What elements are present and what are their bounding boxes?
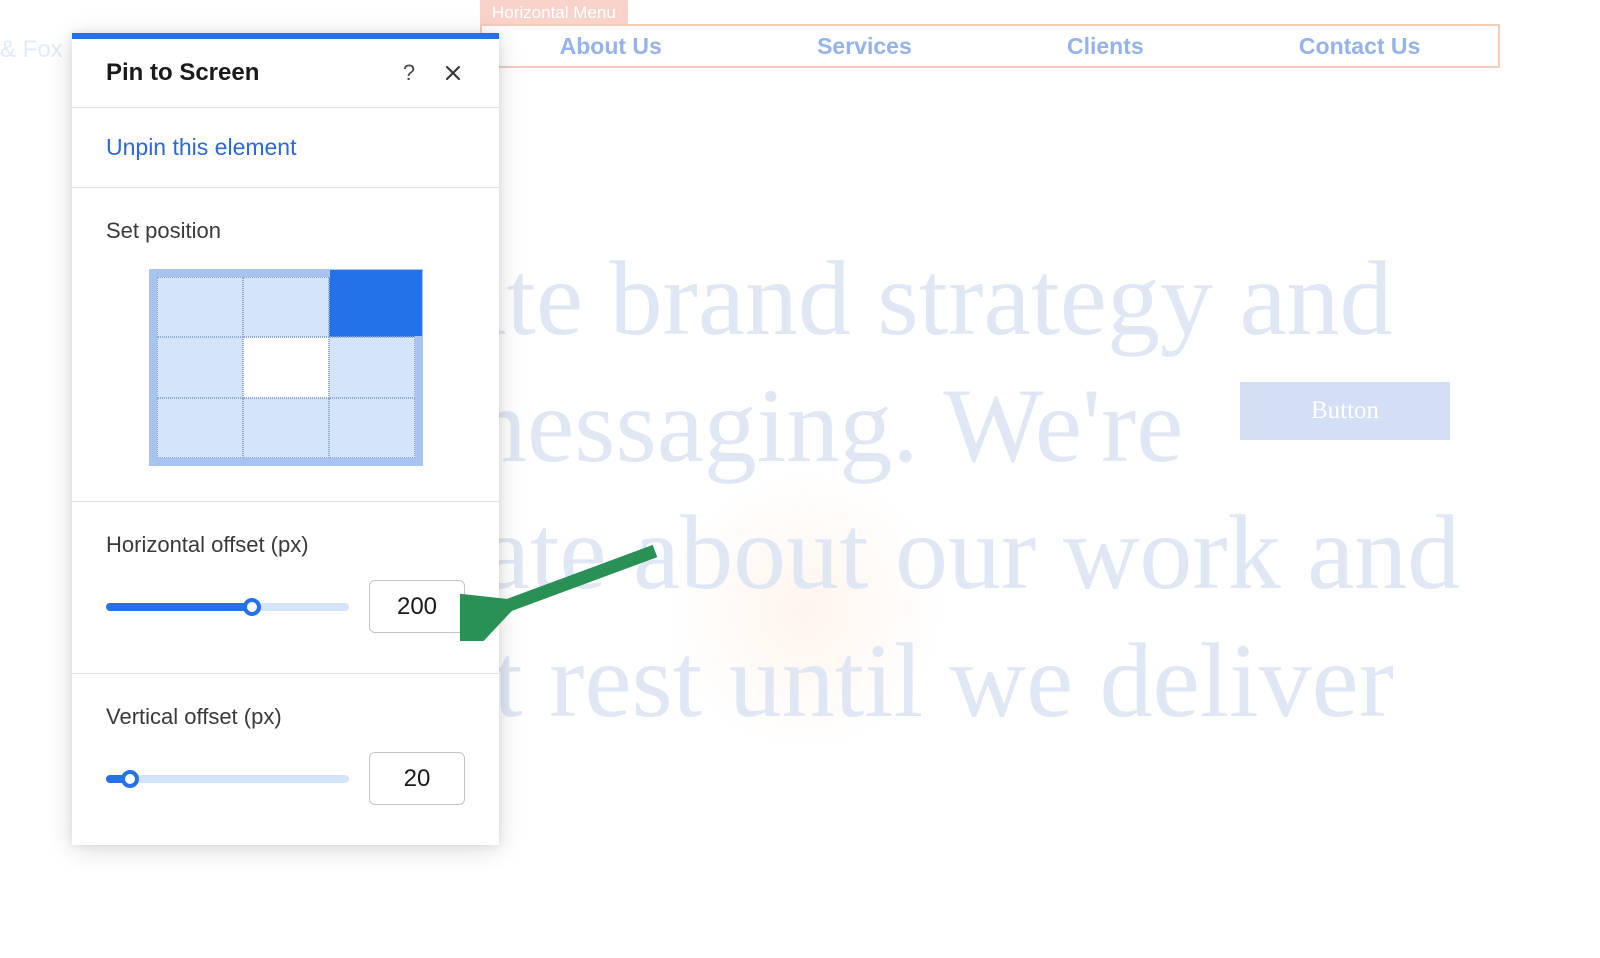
- set-position-label: Set position: [106, 218, 465, 244]
- anchor-middle-left[interactable]: [157, 337, 243, 397]
- anchor-bottom-left[interactable]: [157, 398, 243, 458]
- vertical-slider-thumb[interactable]: [121, 770, 139, 788]
- element-type-badge: Horizontal Menu: [480, 0, 628, 26]
- unpin-link[interactable]: Unpin this element: [106, 134, 297, 160]
- horizontal-menu[interactable]: About Us Services Clients Contact Us: [480, 24, 1500, 68]
- nav-item-services[interactable]: Services: [817, 33, 912, 60]
- unpin-section: Unpin this element: [72, 108, 499, 188]
- vertical-offset-input[interactable]: [369, 752, 465, 805]
- anchor-center[interactable]: [243, 337, 329, 397]
- horizontal-offset-input[interactable]: [369, 580, 465, 633]
- pin-to-screen-panel: Pin to Screen ? Unpin this element Set p…: [72, 33, 499, 845]
- panel-title: Pin to Screen: [106, 59, 393, 87]
- vertical-offset-section: Vertical offset (px): [72, 674, 499, 845]
- horizontal-slider-thumb[interactable]: [243, 598, 261, 616]
- anchor-top-left[interactable]: [157, 277, 243, 337]
- position-anchor-grid: [149, 269, 423, 466]
- anchor-middle-right[interactable]: [329, 337, 415, 397]
- nav-item-contact[interactable]: Contact Us: [1299, 33, 1420, 60]
- anchor-top-center[interactable]: [243, 277, 329, 337]
- vertical-offset-slider[interactable]: [106, 775, 349, 783]
- anchor-top-right[interactable]: [329, 277, 415, 337]
- horizontal-offset-section: Horizontal offset (px): [72, 502, 499, 674]
- nav-item-about[interactable]: About Us: [560, 33, 662, 60]
- anchor-bottom-center[interactable]: [243, 398, 329, 458]
- set-position-section: Set position: [72, 188, 499, 502]
- horizontal-offset-label: Horizontal offset (px): [106, 532, 465, 558]
- anchor-bottom-right[interactable]: [329, 398, 415, 458]
- pinned-button-element[interactable]: Button: [1240, 382, 1450, 440]
- help-icon[interactable]: ?: [393, 57, 425, 89]
- panel-header: Pin to Screen ?: [72, 39, 499, 108]
- close-icon[interactable]: [437, 57, 469, 89]
- site-logo-fragment: & Fox: [0, 36, 63, 64]
- nav-item-clients[interactable]: Clients: [1067, 33, 1144, 60]
- vertical-offset-label: Vertical offset (px): [106, 704, 465, 730]
- horizontal-offset-slider[interactable]: [106, 603, 349, 611]
